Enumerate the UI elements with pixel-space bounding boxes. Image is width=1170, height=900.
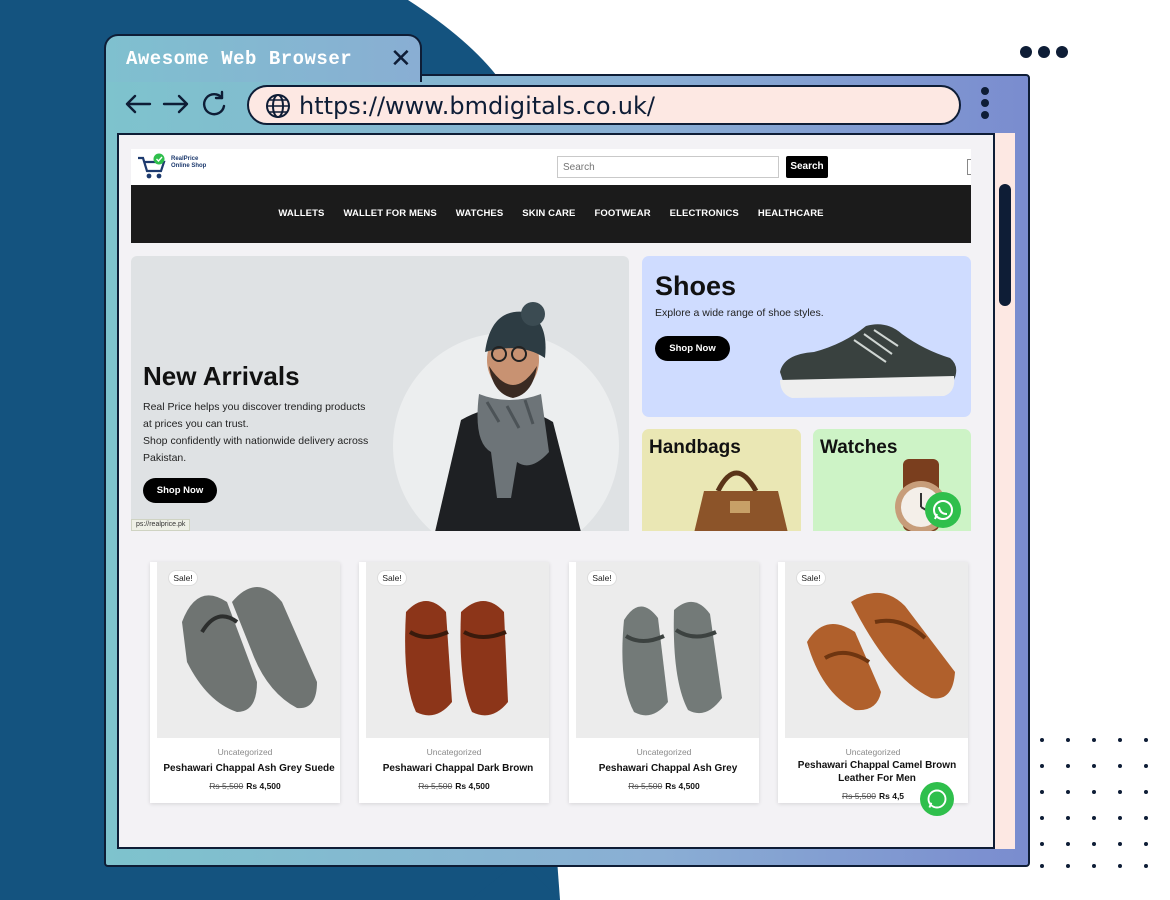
menu-item-wallets[interactable]: WALLETS [278,208,324,219]
chappal-left [405,601,452,716]
menu-item-healthcare[interactable]: HEALTHCARE [758,208,824,219]
product-price: Rs 5,500 Rs 4,500 [359,781,549,791]
sale-price: Rs 4,500 [665,781,700,791]
close-icon[interactable]: ✕ [390,45,412,71]
whatsapp-button[interactable] [925,492,961,528]
whatsapp-icon [927,789,947,809]
site-logo[interactable]: RealPrice Online Shop [137,153,207,181]
product-card[interactable]: Sale! Uncategorized Peshawari Chappal As… [569,562,759,803]
sale-badge: Sale! [377,570,407,586]
sale-badge: Sale! [587,570,617,586]
search-input[interactable] [557,156,779,178]
handbags-title: Handbags [649,437,741,458]
hero-text-line: Shop confidently with nationwide deliver… [143,435,369,447]
old-price: Rs 5,500 [418,781,453,791]
chappal-image [182,587,317,712]
tab-title: Awesome Web Browser [126,48,353,70]
chappal-image [405,601,508,716]
hero-title: New Arrivals [143,361,300,391]
hero-text-line: Real Price helps you discover trending p… [143,401,366,413]
product-name[interactable]: Peshawari Chappal Dark Brown [367,762,549,775]
globe-icon [266,94,290,118]
product-card[interactable]: Sale! Uncategorized Peshawari Chappal As… [150,562,340,803]
hero-text-line: at prices you can trust. [143,418,249,430]
sale-price: Rs 4,500 [455,781,490,791]
product-card[interactable]: Sale! Uncategorized Peshawari Chappal Ca… [778,562,968,803]
old-price: Rs 5,500 [209,781,244,791]
product-price: Rs 5,500 Rs 4,500 [150,781,340,791]
chappal-image [622,601,722,716]
cart-logo-icon [138,153,166,179]
status-bar-url: ps://realprice.pk [131,519,191,531]
tab-join [106,74,420,80]
menu-item-electronics[interactable]: ELECTRONICS [670,208,739,219]
chappal-right [460,601,508,716]
sale-badge: Sale! [168,570,198,586]
old-price: Rs 5,500 [628,781,663,791]
product-category: Uncategorized [217,747,273,757]
product-price: Rs 5,500 Rs 4,500 [569,781,759,791]
shoes-category-card[interactable]: Shoes Explore a wide range of shoe style… [642,256,971,417]
url-text: https://www.bmdigitals.co.uk/ [299,92,655,120]
screenshot-stage: { "colors": { "navy": "#0e1d36", "accent… [0,0,1170,900]
handbag-image [694,470,788,531]
address-bar[interactable]: https://www.bmdigitals.co.uk/ [247,85,961,125]
forward-arrow-icon[interactable] [160,88,192,120]
old-price: Rs 5,500 [841,791,876,801]
product-grid: Sale! Uncategorized Peshawari Chappal As… [150,562,970,803]
shoes-title: Shoes [655,271,737,301]
product-image [576,562,759,738]
site-header: RealPrice Online Shop Search [131,149,971,185]
sale-badge: Sale! [796,570,826,586]
product-name[interactable]: Peshawari Chappal Ash Grey Suede [158,762,340,775]
header-edge-icon [967,159,971,175]
logo-text-line2: Online Shop [171,163,207,169]
hero-shop-now-button[interactable]: Shop Now [143,478,217,503]
product-category: Uncategorized [636,747,692,757]
product-name[interactable]: Peshawari Chappal Ash Grey [577,762,759,775]
whatsapp-icon [933,500,953,520]
scrollbar-thumb[interactable] [999,184,1011,306]
handbags-category-card[interactable]: Handbags [642,429,801,531]
sale-price: Rs 4,500 [246,781,281,791]
main-menu: WALLETS WALLET FOR MENS WATCHES SKIN CAR… [131,185,971,243]
page-viewport: RealPrice Online Shop Search WALLETS WAL… [117,133,1015,849]
chappal-left [622,606,668,716]
sneaker-image [780,324,957,398]
hero-text-line: Pakistan. [143,452,187,464]
menu-item-skin-care[interactable]: SKIN CARE [522,208,575,219]
menu-item-wallet-for-mens[interactable]: WALLET FOR MENS [343,208,436,219]
product-image [366,562,549,738]
watches-title: Watches [820,437,898,458]
product-image [157,562,340,738]
shoes-shop-now-button[interactable]: Shop Now [655,336,730,361]
logo-text-line1: RealPrice [171,156,199,162]
chappal-image [807,592,955,711]
product-card[interactable]: Sale! Uncategorized Peshawari Chappal Da… [359,562,549,803]
sale-price: Rs 4,5 [878,791,905,801]
product-category: Uncategorized [845,747,901,757]
three-dots-icon [1020,46,1068,58]
menu-item-footwear[interactable]: FOOTWEAR [594,208,650,219]
dot-grid-decoration [1040,738,1148,868]
chappal-left [807,624,881,711]
hero-banner: New Arrivals Real Price helps you discov… [131,256,629,531]
whatsapp-button[interactable] [920,782,954,816]
chappal-right [673,601,722,714]
product-category: Uncategorized [426,747,482,757]
search-button[interactable]: Search [786,156,828,178]
kebab-menu-icon[interactable] [981,87,993,123]
reload-icon[interactable] [198,88,230,120]
back-arrow-icon[interactable] [122,88,154,120]
man-in-scarf-image [435,302,581,531]
menu-item-watches[interactable]: WATCHES [456,208,504,219]
product-image [785,562,968,738]
